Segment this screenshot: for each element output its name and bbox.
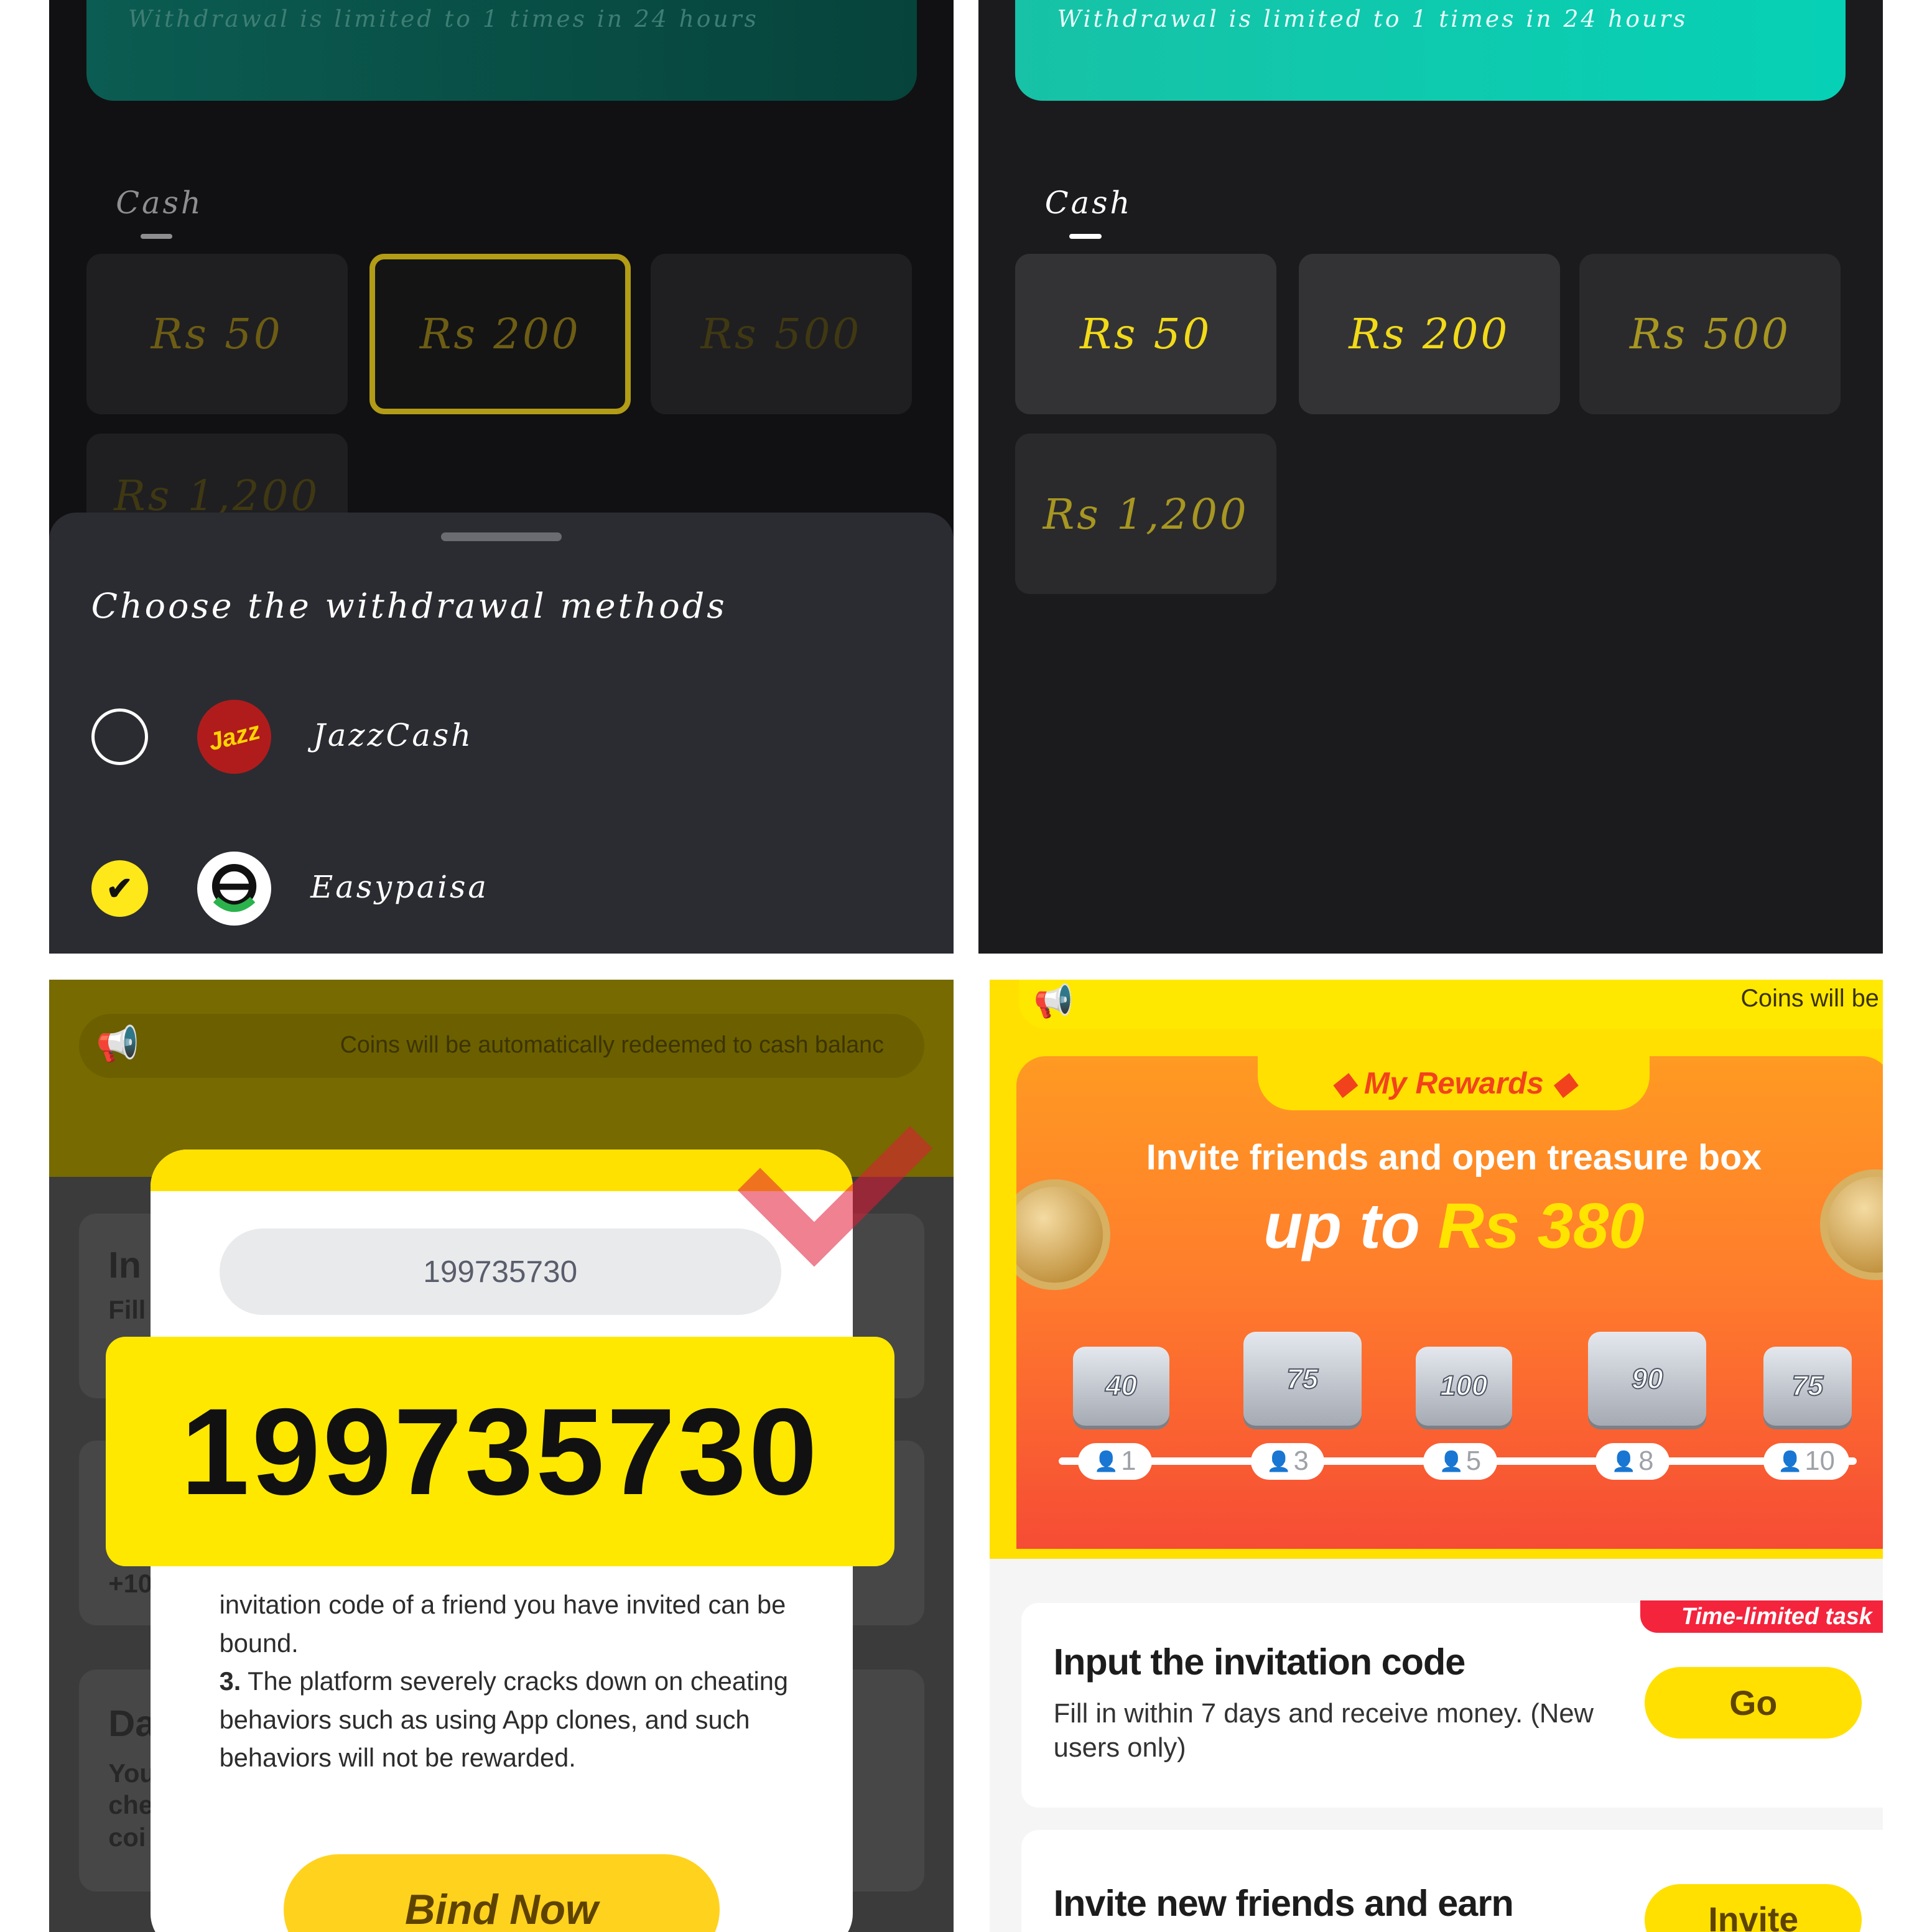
rule-item: invitation code of a friend you have inv… xyxy=(219,1590,786,1658)
treasure-chest-icon[interactable]: 75 xyxy=(1763,1347,1852,1426)
withdraw-method-sheet: Choose the withdrawal methods Jazz JazzC… xyxy=(49,513,954,954)
withdraw-limit-banner: Withdrawal is limited to 1 times in 24 h… xyxy=(86,0,917,101)
task-card-input-code: Time-limited task Input the invitation c… xyxy=(1021,1600,1883,1808)
my-rewards-card: ◆ My Rewards ◆ Invite friends and open t… xyxy=(1016,1056,1883,1549)
bg-fragment: Fill xyxy=(108,1294,146,1324)
treasure-chest-icon[interactable]: 40 xyxy=(1073,1347,1169,1426)
task-title: Invite new friends and earn xyxy=(1053,1882,1514,1924)
person-icon: 👤 xyxy=(1611,1449,1637,1472)
treasure-chest-icon[interactable]: 100 xyxy=(1416,1347,1512,1426)
friends-count-pill: 👤 5 xyxy=(1423,1442,1497,1480)
treasure-chest-icon[interactable]: 90 xyxy=(1588,1332,1707,1426)
reward-amount-headline: up to Rs 380 xyxy=(1016,1189,1883,1263)
task-card-invite: Invite new friends and earn Invite xyxy=(1021,1829,1883,1932)
speaker-icon: 📢 xyxy=(1033,982,1074,1019)
amount-option-50[interactable]: Rs 50 xyxy=(1015,254,1277,414)
radio-jazzcash[interactable] xyxy=(91,708,148,766)
modal-rules-text: invitation code of a friend you have inv… xyxy=(220,1586,799,1776)
person-icon: 👤 xyxy=(1266,1449,1291,1472)
bg-fragment: In xyxy=(108,1243,142,1286)
rule-item: 3. The platform severely cracks down on … xyxy=(220,1662,799,1776)
friends-count: 10 xyxy=(1804,1446,1835,1476)
withdraw-amount-panel: Withdrawal is limited to 1 times in 24 h… xyxy=(978,0,1883,954)
person-icon: 👤 xyxy=(1094,1449,1119,1472)
gold-coin-icon xyxy=(1819,1169,1883,1281)
sheet-title: Choose the withdrawal methods xyxy=(91,586,727,626)
bg-fragment: You xyxy=(108,1758,156,1788)
check-icon: ✔ xyxy=(106,870,133,906)
friends-count-pill: 👤 8 xyxy=(1595,1442,1670,1480)
upto-prefix: up to xyxy=(1263,1189,1420,1261)
method-label-easypaisa[interactable]: Easypaisa xyxy=(310,869,489,905)
friends-count: 5 xyxy=(1465,1446,1482,1476)
easypaisa-logo-icon xyxy=(197,851,271,926)
sheet-drag-handle[interactable] xyxy=(441,532,562,541)
friends-count-pill: 👤 10 xyxy=(1763,1442,1850,1480)
bg-fragment: Da xyxy=(108,1702,156,1744)
invite-code-modal-panel: 📢 Coins will be automatically redeemed t… xyxy=(49,979,954,1932)
tab-cash-underline xyxy=(140,234,173,239)
invite-headline: Invite friends and open treasure box xyxy=(1146,1138,1762,1178)
amount-option-500[interactable]: Rs 500 xyxy=(650,254,912,414)
amount-option-50[interactable]: Rs 50 xyxy=(86,254,348,414)
friends-count: 1 xyxy=(1121,1446,1136,1476)
bind-now-button[interactable]: Bind Now xyxy=(283,1854,720,1932)
tab-cash[interactable]: Cash xyxy=(1045,185,1133,221)
invite-button[interactable]: Invite xyxy=(1645,1883,1862,1932)
friends-count-pill: 👤 1 xyxy=(1078,1442,1153,1480)
radio-easypaisa[interactable]: ✔ xyxy=(91,860,148,917)
tab-cash[interactable]: Cash xyxy=(116,185,203,221)
notice-text: Coins will be xyxy=(1740,984,1879,1012)
speaker-icon: 📢 xyxy=(96,1024,139,1064)
withdraw-limit-banner: Withdrawal is limited to 1 times in 24 h… xyxy=(1015,0,1846,101)
bg-fragment: coi xyxy=(108,1822,146,1852)
friends-count-pill: 👤 3 xyxy=(1250,1442,1325,1480)
time-limited-badge: Time-limited task xyxy=(1640,1600,1883,1633)
withdraw-limit-text: Withdrawal is limited to 1 times in 24 h… xyxy=(128,4,759,32)
treasure-chest-icon[interactable]: 75 xyxy=(1243,1332,1362,1426)
amount-option-200[interactable]: Rs 200 xyxy=(369,254,631,414)
my-rewards-title: ◆ My Rewards ◆ xyxy=(1258,1056,1650,1110)
upto-amount: Rs 380 xyxy=(1437,1189,1645,1261)
notice-bar: 📢 Coins will be automatically redeemed t… xyxy=(78,1014,924,1079)
go-button[interactable]: Go xyxy=(1645,1667,1862,1739)
notice-bar: 📢 Coins will be xyxy=(1019,979,1883,1029)
friends-count: 3 xyxy=(1293,1446,1309,1476)
rule-text: The platform severely cracks down on che… xyxy=(219,1666,789,1772)
rewards-panel: 📢 Coins will be ◆ My Rewards ◆ Invite fr… xyxy=(989,979,1883,1932)
bg-fragment: +10 xyxy=(108,1568,152,1598)
amount-option-200[interactable]: Rs 200 xyxy=(1298,254,1560,414)
jazz-logo-icon: Jazz xyxy=(197,700,271,774)
method-label-jazzcash[interactable]: JazzCash xyxy=(313,717,473,753)
person-icon: 👤 xyxy=(1777,1449,1803,1472)
amount-option-500[interactable]: Rs 500 xyxy=(1579,254,1841,414)
task-desc: Fill in within 7 days and receive money.… xyxy=(1053,1698,1594,1763)
tab-cash-underline xyxy=(1069,234,1102,239)
amount-option-1200[interactable]: Rs 1,200 xyxy=(1015,434,1277,594)
invite-code-field[interactable]: 199735730 xyxy=(219,1228,781,1315)
bg-fragment: che xyxy=(108,1790,153,1820)
rule-number: 3. xyxy=(219,1666,241,1696)
person-icon: 👤 xyxy=(1439,1449,1464,1472)
jazz-logo-text: Jazz xyxy=(205,717,263,756)
friends-count: 8 xyxy=(1638,1446,1654,1476)
task-title: Input the invitation code xyxy=(1053,1640,1466,1683)
withdraw-limit-text: Withdrawal is limited to 1 times in 24 h… xyxy=(1057,4,1688,32)
notice-text: Coins will be automatically redeemed to … xyxy=(340,1031,884,1057)
withdraw-sheet-panel: Withdrawal is limited to 1 times in 24 h… xyxy=(49,0,954,954)
invite-code-magnified: 199735730 xyxy=(106,1337,895,1566)
